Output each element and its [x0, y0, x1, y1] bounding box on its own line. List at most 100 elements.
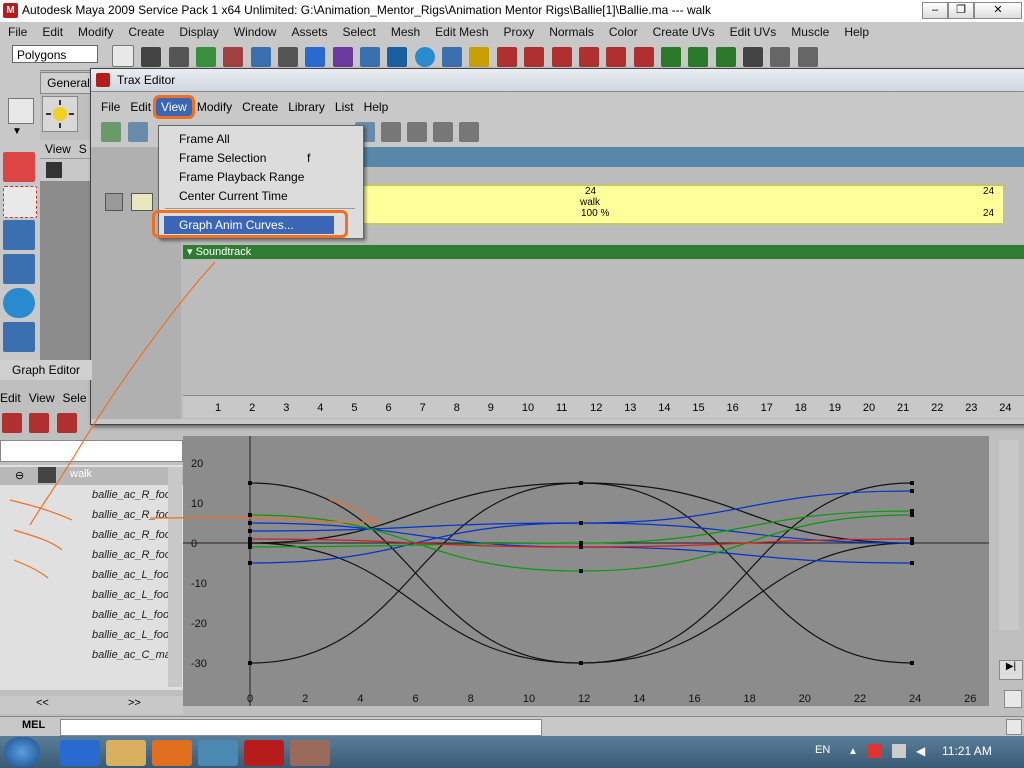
magnet-icon[interactable]: [633, 47, 654, 67]
render-view-icon[interactable]: [660, 47, 681, 67]
viewport-view-menu[interactable]: View: [45, 142, 71, 156]
shelf-menu-icon[interactable]: ▼: [12, 126, 22, 137]
start-button[interactable]: [4, 737, 40, 767]
play-forward-icon[interactable]: ▶|: [999, 660, 1023, 680]
language-indicator[interactable]: EN: [815, 744, 830, 756]
move-key-icon[interactable]: [2, 413, 22, 433]
outliner-item[interactable]: ballie_ac_L_foo: [92, 629, 169, 641]
select-tool-icon[interactable]: [3, 152, 35, 182]
graph-menu-select[interactable]: Sele: [62, 391, 86, 405]
volume-icon[interactable]: ◀: [916, 744, 925, 758]
maya-taskbar-icon[interactable]: [244, 740, 284, 766]
main-menu-help[interactable]: Help: [844, 22, 869, 42]
trax-menu-edit[interactable]: Edit: [125, 98, 156, 116]
outliner-filter-field[interactable]: [0, 440, 183, 462]
expand-arrow-icon[interactable]: ▾: [187, 246, 196, 258]
app-taskbar-icon[interactable]: [290, 740, 330, 766]
make-live-icon[interactable]: [387, 47, 408, 67]
main-menu-color[interactable]: Color: [609, 22, 638, 42]
main-menu-file[interactable]: File: [8, 22, 27, 42]
nav-prev-button[interactable]: <<: [36, 697, 49, 709]
main-menu-edit-uvs[interactable]: Edit UVs: [730, 22, 777, 42]
save-scene-icon[interactable]: [168, 47, 189, 67]
main-menu-create[interactable]: Create: [128, 22, 164, 42]
graph-view[interactable]: 20 10 0 -10 -20 -30 0 2 4 6 8 10 12 14 16 18 20 22 24 26: [183, 436, 989, 706]
maximize-button[interactable]: ❐: [948, 2, 974, 19]
clock[interactable]: 11:21 AM: [942, 744, 992, 758]
outliner-item[interactable]: ballie_ac_R_foo: [92, 489, 171, 501]
outliner-item[interactable]: ballie_ac_R_foo: [92, 509, 171, 521]
insert-key-icon[interactable]: [29, 413, 50, 433]
mode-selector[interactable]: Polygons: [12, 45, 98, 63]
trax-menu-view[interactable]: View: [153, 95, 195, 119]
main-menu-select[interactable]: Select: [342, 22, 375, 42]
trax-menu-modify[interactable]: Modify: [192, 98, 237, 116]
shelf-options-icon[interactable]: [8, 98, 34, 124]
scale-clip-icon[interactable]: [433, 122, 453, 142]
lasso-tool-icon[interactable]: [3, 186, 37, 218]
paint-select-icon[interactable]: [3, 220, 35, 250]
main-menu-assets[interactable]: Assets: [291, 22, 327, 42]
main-menu-proxy[interactable]: Proxy: [504, 22, 535, 42]
main-menu-modify[interactable]: Modify: [78, 22, 113, 42]
lock-icon[interactable]: [469, 47, 490, 67]
viewport-panel[interactable]: View S: [40, 140, 95, 365]
graph-menu-edit[interactable]: Edit: [0, 391, 21, 405]
render-settings-icon[interactable]: [742, 47, 763, 67]
outliner-item[interactable]: ballie_ac_C_ma: [92, 649, 171, 661]
menu-item-frame-selection[interactable]: Frame Selection: [179, 151, 266, 165]
snap-point-icon[interactable]: [332, 47, 353, 67]
graph-options-icon[interactable]: [1004, 690, 1022, 708]
new-scene-icon[interactable]: [112, 45, 134, 67]
viewport-shading-menu[interactable]: S: [79, 142, 87, 156]
lock-icon[interactable]: [105, 193, 123, 211]
shelf-tab-general[interactable]: General: [40, 72, 97, 94]
ipr-render-icon[interactable]: [715, 47, 736, 67]
script-editor-icon[interactable]: [1006, 719, 1022, 735]
select-component-icon[interactable]: [250, 47, 271, 67]
magnet-icon[interactable]: [578, 47, 599, 67]
menu-item-frame-playback-range[interactable]: Frame Playback Range: [179, 170, 304, 184]
select-object-icon[interactable]: [223, 47, 244, 67]
help-icon[interactable]: [442, 47, 463, 67]
move-tool-icon[interactable]: [3, 254, 35, 284]
toggle-panel-icon[interactable]: [770, 47, 791, 67]
outliner-scrollbar[interactable]: [168, 467, 182, 687]
open-scene-icon[interactable]: [141, 47, 162, 67]
graph-outliner[interactable]: ⊖ walk ballie_ac_R_foo ballie_ac_R_foo b…: [0, 465, 183, 690]
menu-item-frame-all[interactable]: Frame All: [179, 132, 230, 146]
ie-taskbar-icon[interactable]: [60, 740, 100, 766]
outliner-item[interactable]: ballie_ac_R_foo: [92, 529, 171, 541]
close-button[interactable]: ✕: [974, 2, 1022, 19]
load-selected-icon[interactable]: [101, 122, 121, 142]
main-menu-muscle[interactable]: Muscle: [791, 22, 829, 42]
network-icon[interactable]: [892, 744, 906, 758]
magnet-icon[interactable]: [524, 47, 545, 67]
magnet-icon[interactable]: [606, 47, 627, 67]
split-clip-icon[interactable]: [381, 122, 401, 142]
rotate-tool-icon[interactable]: [3, 288, 35, 318]
render-current-icon[interactable]: [688, 47, 709, 67]
light-icon[interactable]: [42, 96, 78, 132]
outliner-item[interactable]: ballie_ac_L_foo: [92, 569, 169, 581]
snap-grid-icon[interactable]: [278, 47, 299, 67]
magnet-icon[interactable]: [496, 47, 517, 67]
trax-menu-help[interactable]: Help: [359, 98, 394, 116]
minimize-button[interactable]: –: [922, 2, 948, 19]
snap-view-plane-icon[interactable]: [360, 47, 381, 67]
collapse-icon[interactable]: ⊖: [15, 469, 24, 482]
trax-menu-file[interactable]: File: [96, 98, 125, 116]
snap-curve-icon[interactable]: [305, 47, 326, 67]
main-menu-window[interactable]: Window: [234, 22, 277, 42]
trax-menu-library[interactable]: Library: [283, 98, 330, 116]
add-key-icon[interactable]: [56, 413, 77, 433]
explorer-taskbar-icon[interactable]: [106, 740, 146, 766]
scale-tool-icon[interactable]: [3, 322, 35, 352]
trax-menu-create[interactable]: Create: [237, 98, 283, 116]
time-ruler[interactable]: 1 2 3 4 5 6 7 8 9 10 11 12 13 14 15 16 17 18 19 20 21 22 23 24: [183, 395, 1024, 418]
main-menu-mesh[interactable]: Mesh: [391, 22, 420, 42]
mel-command-field[interactable]: [60, 719, 542, 736]
toggle-panel-icon[interactable]: [797, 47, 818, 67]
render-icon[interactable]: [414, 47, 435, 67]
trax-menu-list[interactable]: List: [330, 98, 359, 116]
